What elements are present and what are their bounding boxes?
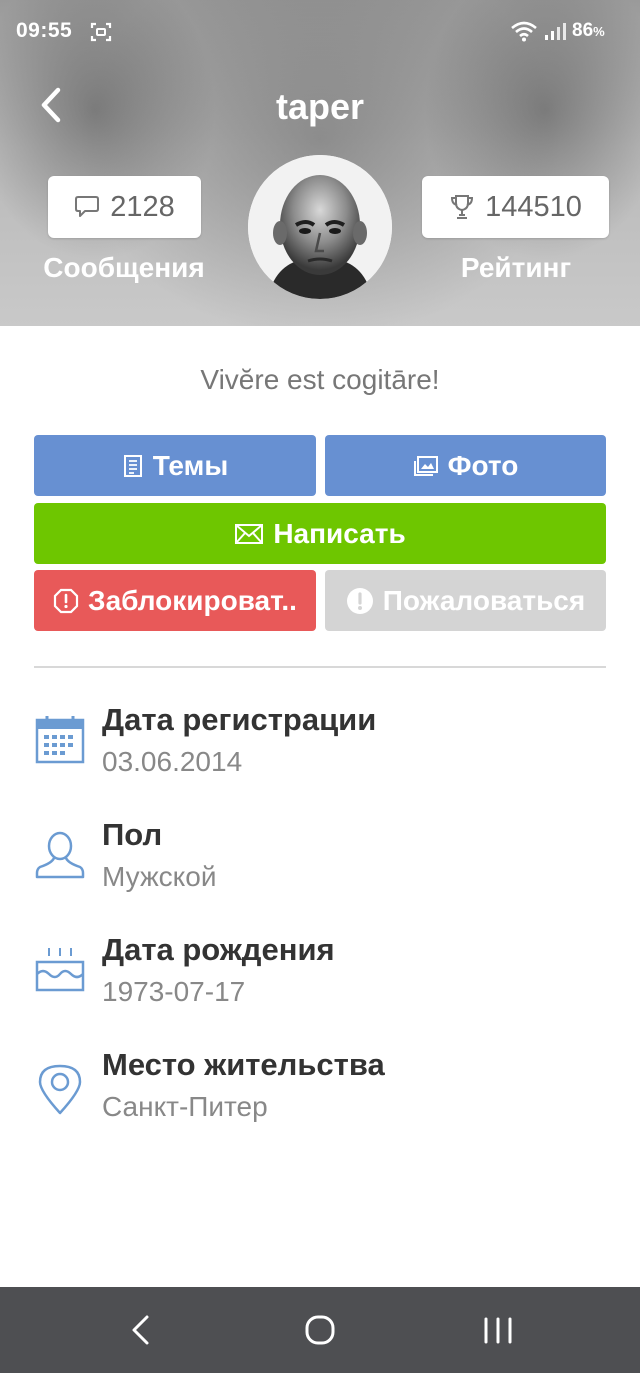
- info-gender: Пол Мужской: [34, 817, 606, 897]
- messages-count-box[interactable]: 2128: [48, 176, 201, 238]
- info-birth-date: Дата рождения 1973-07-17: [34, 932, 606, 1012]
- messages-count: 2128: [110, 190, 175, 223]
- system-navigation-bar: [0, 1287, 640, 1373]
- profile-screen: 09:55 86% taper 2128 Сообщения 144510 Ре…: [0, 0, 640, 1373]
- signal-icon: [545, 23, 566, 40]
- gender-label: Пол: [102, 817, 163, 852]
- document-icon: [123, 454, 142, 477]
- info-registration-date: Дата регистрации 03.06.2014: [34, 702, 606, 782]
- write-message-button[interactable]: Написать: [34, 503, 606, 564]
- profile-username: taper: [275, 86, 365, 127]
- location-pin-icon: [38, 1064, 82, 1115]
- rating-box[interactable]: 144510: [422, 176, 609, 238]
- birthday-cake-icon: [35, 948, 85, 992]
- nav-recents-button[interactable]: [474, 1305, 522, 1355]
- battery-percent: 86: [572, 20, 594, 41]
- wifi-icon: [511, 21, 537, 42]
- registration-date-label: Дата регистрации: [102, 702, 377, 737]
- status-time: 09:55: [16, 19, 73, 42]
- person-icon: [35, 831, 85, 879]
- residence-label: Место жительства: [102, 1047, 385, 1082]
- image-icon: [413, 455, 438, 476]
- report-button-label: Пожаловаться: [382, 584, 586, 616]
- status-bar: 09:55 86%: [0, 0, 640, 62]
- write-button-label: Написать: [273, 517, 406, 549]
- screenshot-icon: [90, 22, 112, 42]
- envelope-icon: [235, 523, 264, 544]
- nav-back-button[interactable]: [118, 1305, 162, 1355]
- residence-value: Санкт-Питер: [102, 1091, 268, 1122]
- profile-motto: Vivĕre est cogitāre!: [200, 364, 440, 395]
- info-residence: Место жительства Санкт-Питер: [34, 1047, 606, 1127]
- avatar-photo: [248, 155, 392, 299]
- block-button-label: Заблокироват..: [88, 584, 297, 616]
- alert-circle-icon: [346, 587, 373, 614]
- block-user-button[interactable]: Заблокироват..: [34, 570, 316, 631]
- trophy-icon: [451, 195, 474, 219]
- avatar: [248, 155, 392, 299]
- birth-date-value: 1973-07-17: [102, 976, 246, 1007]
- gender-value: Мужской: [102, 861, 217, 892]
- block-octagon-icon: [53, 588, 79, 613]
- topics-button[interactable]: Темы: [34, 435, 316, 496]
- profile-header: 09:55 86% taper 2128 Сообщения 144510 Ре…: [0, 0, 640, 326]
- registration-date-value: 03.06.2014: [102, 746, 243, 777]
- speech-bubble-icon: [75, 196, 100, 217]
- rating-value: 144510: [485, 190, 582, 223]
- battery-level: 86%: [572, 20, 605, 42]
- battery-unit: %: [593, 24, 605, 39]
- report-button[interactable]: Пожаловаться: [325, 570, 606, 631]
- back-button[interactable]: [32, 82, 72, 128]
- photo-button[interactable]: Фото: [325, 435, 606, 496]
- nav-home-button[interactable]: [296, 1305, 344, 1355]
- calendar-icon: [35, 716, 85, 764]
- messages-label: Сообщения: [43, 252, 205, 283]
- section-divider: [34, 666, 606, 668]
- birth-date-label: Дата рождения: [102, 932, 335, 967]
- photo-button-label: Фото: [447, 449, 519, 481]
- topics-button-label: Темы: [152, 449, 229, 481]
- rating-label: Рейтинг: [460, 252, 572, 283]
